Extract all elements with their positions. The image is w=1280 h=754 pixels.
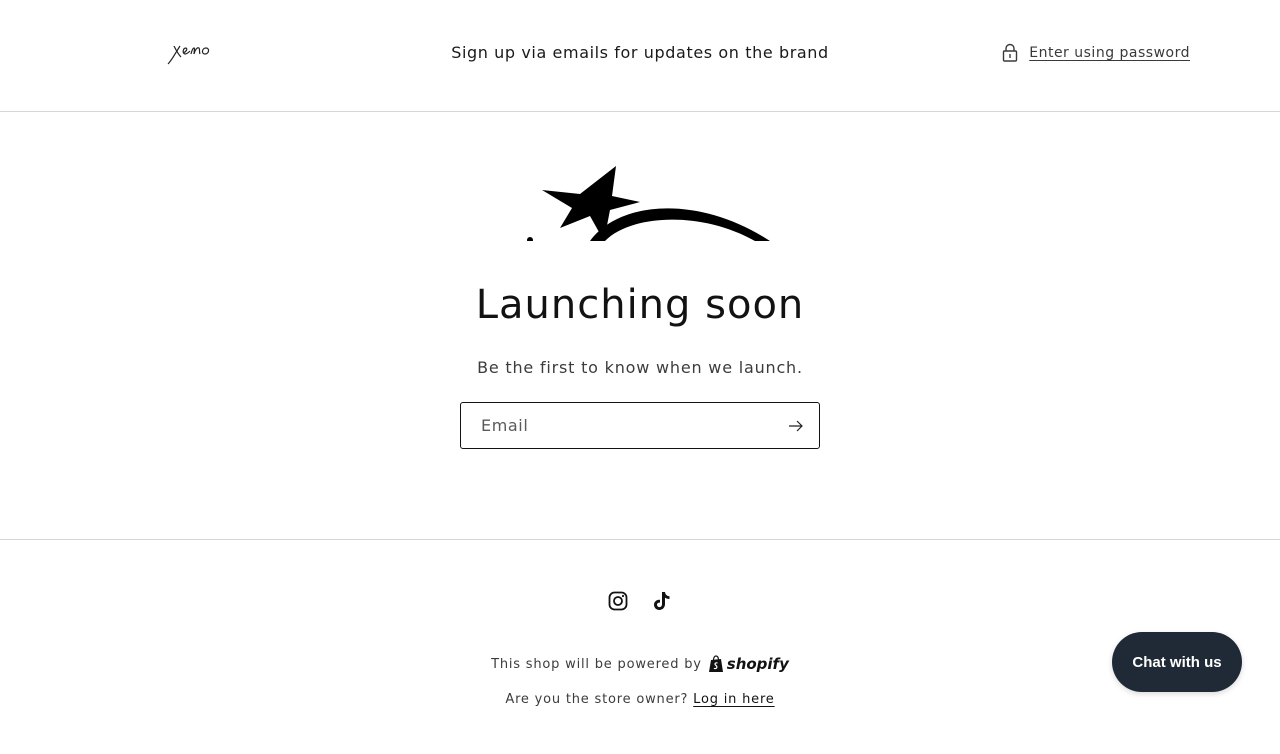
enter-using-password-link[interactable]: Enter using password [1001, 43, 1190, 63]
page-heading: Launching soon [475, 282, 805, 328]
tiktok-icon [654, 592, 670, 610]
footer-divider [0, 539, 1280, 540]
shooting-star-image [527, 166, 770, 241]
shopify-logo-link[interactable]: shopify [708, 655, 789, 673]
site-header: Sign up via emails for updates on the br… [0, 0, 1280, 112]
chat-with-us-button[interactable]: Chat with us [1112, 632, 1242, 692]
powered-by-text: This shop will be powered by [491, 656, 702, 672]
email-input[interactable] [461, 403, 773, 448]
newsletter-form [460, 402, 820, 449]
subscribe-button[interactable] [773, 403, 819, 448]
instagram-icon [608, 591, 628, 611]
instagram-link[interactable] [608, 590, 628, 612]
shopify-bag-icon [708, 655, 723, 672]
lock-icon [1003, 43, 1018, 62]
tiktok-link[interactable] [652, 590, 672, 612]
log-in-link[interactable]: Log in here [693, 692, 774, 707]
store-owner-line: Are you the store owner? Log in here [0, 692, 1280, 707]
powered-by-line: This shop will be powered by shopify [0, 655, 1280, 673]
arrow-right-icon [789, 420, 803, 431]
social-links [0, 590, 1280, 612]
shopify-wordmark: shopify [726, 655, 789, 673]
owner-question: Are you the store owner? [505, 692, 689, 707]
password-link-label: Enter using password [1029, 45, 1190, 61]
page-subheading: Be the first to know when we launch. [477, 358, 803, 377]
